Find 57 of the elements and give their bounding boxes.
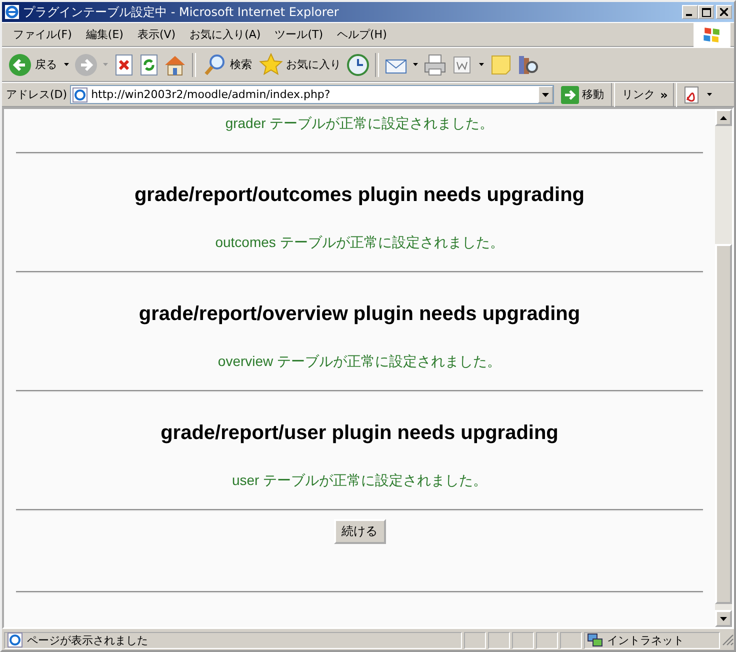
network-icon xyxy=(587,632,603,648)
back-button[interactable]: 戻る xyxy=(6,52,59,78)
section-heading: grade/report/user plugin needs upgrading xyxy=(160,422,560,445)
status-panel xyxy=(488,632,510,648)
page-icon xyxy=(72,86,88,102)
success-message: overview テーブルが正常に設定されました。 xyxy=(216,353,502,371)
section-heading: grade/report/outcomes plugin needs upgrading xyxy=(133,184,586,207)
up-arrow-icon xyxy=(720,116,727,120)
status-text: ページが表示されました xyxy=(27,632,148,648)
success-message: outcomes テーブルが正常に設定されました。 xyxy=(214,234,505,252)
go-button[interactable]: 移動 xyxy=(557,84,606,104)
menu-item[interactable]: 表示(V) xyxy=(130,25,183,44)
caret-icon[interactable] xyxy=(64,63,69,66)
status-panel xyxy=(536,632,558,648)
success-message: user テーブルが正常に設定されました。 xyxy=(230,472,488,490)
caret-icon[interactable] xyxy=(479,63,484,66)
scroll-up-button[interactable] xyxy=(715,109,732,126)
chevron-button[interactable]: » xyxy=(660,88,668,102)
menu-item[interactable]: 編集(E) xyxy=(78,25,130,44)
menu-item[interactable]: お気に入り(A) xyxy=(182,25,268,44)
star-icon xyxy=(259,52,283,76)
dropdown-button[interactable] xyxy=(538,86,554,103)
address-field[interactable]: http://win2003r2/moodle/admin/index.php? xyxy=(70,85,554,104)
success-message: grader テーブルが正常に設定されました。 xyxy=(224,115,495,133)
stop-icon[interactable] xyxy=(113,52,135,76)
window-title: プラグインテーブル設定中 - Microsoft Internet Explorer xyxy=(23,4,340,20)
status-panel xyxy=(512,632,534,648)
refresh-icon[interactable] xyxy=(138,52,160,76)
minimize-button[interactable] xyxy=(682,5,698,19)
links-button[interactable]: リンク xyxy=(620,86,658,103)
maximize-button[interactable] xyxy=(698,5,714,19)
maximize-icon xyxy=(702,8,710,16)
zone-text: イントラネット xyxy=(607,632,684,648)
section-heading: grade/report/overview plugin needs upgrading xyxy=(138,303,582,326)
status-panel xyxy=(464,632,486,648)
status-panel xyxy=(560,632,582,648)
search-button[interactable]: 検索 xyxy=(201,52,254,78)
caret-icon[interactable] xyxy=(413,63,418,66)
scroll-down-button[interactable] xyxy=(715,610,732,627)
search-icon xyxy=(203,52,227,76)
menu-item[interactable]: ツール(T) xyxy=(268,25,330,44)
down-arrow-icon xyxy=(720,616,727,620)
caret-icon[interactable] xyxy=(706,93,712,96)
close-icon xyxy=(720,8,728,16)
favorites-button[interactable]: お気に入り xyxy=(257,52,343,78)
printer-icon[interactable] xyxy=(423,52,447,76)
address-label: アドレス(D) xyxy=(6,87,68,102)
browser-icon xyxy=(4,4,20,20)
caret-icon xyxy=(542,92,550,96)
close-button[interactable] xyxy=(716,5,732,19)
scroll-thumb[interactable] xyxy=(715,244,732,604)
scrollbar[interactable] xyxy=(715,109,732,627)
menu-item[interactable]: ヘルプ(H) xyxy=(330,25,394,44)
resize-grip-icon[interactable] xyxy=(722,634,734,646)
continue-button[interactable]: 続ける xyxy=(334,519,386,544)
history-icon[interactable] xyxy=(346,52,370,76)
menu-item[interactable]: ファイル(F) xyxy=(6,25,79,44)
